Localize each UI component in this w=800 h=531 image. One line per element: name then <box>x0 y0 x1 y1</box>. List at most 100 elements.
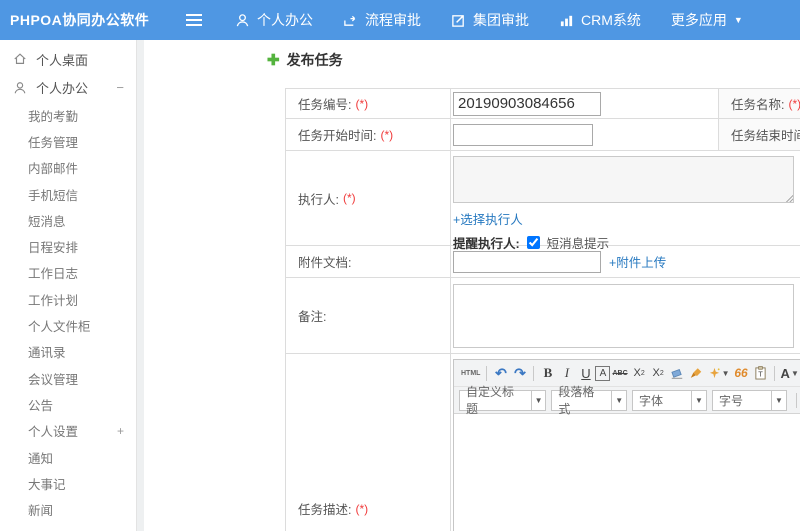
custom-title-dropdown[interactable]: 自定义标题 ▼ <box>459 385 547 416</box>
paste-text-icon[interactable]: T <box>751 363 770 383</box>
task-no-input[interactable] <box>453 91 601 116</box>
user-icon <box>12 80 27 95</box>
quick-format-icon[interactable]: ▼ <box>706 363 732 383</box>
remark-label: 备注: <box>286 278 451 353</box>
sidebar-item-notice[interactable]: 通知 <box>0 444 136 470</box>
font-size-dropdown[interactable]: 字号 ▼ <box>712 389 788 411</box>
sidebar-item-announcement[interactable]: 公告 <box>0 391 136 417</box>
sidebar-item-work-plan[interactable]: 工作计划 <box>0 286 136 312</box>
nav-item-group-approval[interactable]: 集团审批 <box>436 0 544 40</box>
start-time-input[interactable] <box>453 123 593 146</box>
description-label: 任务描述: (*) <box>286 354 451 531</box>
sidebar-item-contacts[interactable]: 通讯录 <box>0 339 136 365</box>
task-name-label: 任务名称: (*) <box>719 89 800 118</box>
superscript-button[interactable]: X2 <box>630 363 649 383</box>
undo-icon[interactable]: ↶ <box>491 363 510 383</box>
editor-toolbar-row2: 自定义标题 ▼ 段落格式 ▼ 字体 ▼ 字号 ▼ <box>454 385 800 416</box>
italic-button[interactable]: I <box>557 363 576 383</box>
caret-down-icon: ▼ <box>771 390 786 410</box>
caret-down-icon: ▼ <box>733 14 743 25</box>
required-mark: (*) <box>355 96 369 111</box>
main-content: ✚ 发布任务 任务编号:(*) 任务名称:(*) 任务开始时间:(*) <box>144 40 800 531</box>
remark-textarea[interactable] <box>453 284 794 348</box>
sidebar-label: 个人桌面 <box>36 52 89 68</box>
subscript-button[interactable]: X2 <box>649 363 668 383</box>
underline-button[interactable]: U <box>576 363 595 383</box>
caret-down-icon: ▼ <box>530 390 546 410</box>
executor-textarea[interactable] <box>453 156 794 203</box>
publish-task-form: 任务编号:(*) 任务名称:(*) 任务开始时间:(*) 任务结束时间:(*) <box>285 88 800 531</box>
nav-label: CRM系统 <box>581 12 641 28</box>
resize-grip-icon[interactable] <box>784 193 793 202</box>
sidebar-item-personal-settings[interactable]: 个人设置 + <box>0 418 136 444</box>
sidebar-label: 个人办公 <box>36 81 89 97</box>
sidebar-item-short-message[interactable]: 短消息 <box>0 207 136 233</box>
font-color-button[interactable]: A ▼ <box>779 363 800 383</box>
sidebar: 个人桌面 个人办公 − 我的考勤 任务管理 内部邮件 手机短信 短消息 日程安排… <box>0 40 137 531</box>
required-mark: (*) <box>380 127 394 142</box>
hamburger-menu-icon[interactable] <box>186 14 202 26</box>
bar-chart-icon <box>559 13 574 28</box>
expand-icon[interactable]: + <box>117 424 124 438</box>
form-row-remark: 备注: <box>286 278 800 354</box>
caret-down-icon: ▼ <box>611 390 626 410</box>
strikethrough-button[interactable]: ABC <box>610 363 629 383</box>
nav-label: 流程审批 <box>365 12 421 28</box>
end-time-label: 任务结束时间:(*) <box>719 119 800 150</box>
sidebar-item-task-management[interactable]: 任务管理 <box>0 128 136 154</box>
collapse-icon[interactable]: − <box>116 80 124 95</box>
nav-item-more-apps[interactable]: 更多应用 ▼ <box>656 0 758 40</box>
page-header: ✚ 发布任务 <box>267 50 343 70</box>
paragraph-format-dropdown[interactable]: 段落格式 ▼ <box>551 385 628 416</box>
sidebar-item-sms[interactable]: 手机短信 <box>0 181 136 207</box>
redo-icon[interactable]: ↷ <box>510 363 529 383</box>
required-mark: (*) <box>355 501 369 516</box>
process-icon <box>343 13 358 28</box>
home-icon <box>12 52 27 67</box>
nav-item-personal-office[interactable]: 个人办公 <box>220 0 328 40</box>
svg-text:T: T <box>758 370 763 379</box>
sidebar-item-schedule[interactable]: 日程安排 <box>0 233 136 259</box>
sidebar-item-desktop[interactable]: 个人桌面 <box>0 45 136 74</box>
form-row-start-time: 任务开始时间:(*) 任务结束时间:(*) <box>286 119 800 151</box>
format-brush-icon[interactable] <box>687 363 706 383</box>
editor-body[interactable] <box>454 414 800 531</box>
form-row-task-no: 任务编号:(*) 任务名称:(*) <box>286 89 800 119</box>
rich-text-editor: HTML ↶ ↷ B I U A ABC X2 X2 ▼ 66 T A ▼ 自定… <box>453 359 800 531</box>
font-family-dropdown[interactable]: 字体 ▼ <box>632 389 708 411</box>
nav-label: 个人办公 <box>257 12 313 28</box>
main-menu: 个人办公 流程审批 集团审批 CRM系统 更多应用 ▼ <box>220 0 758 40</box>
sidebar-item-news[interactable]: 新闻 <box>0 496 136 522</box>
nav-label: 集团审批 <box>473 12 529 28</box>
html-source-button[interactable]: HTML <box>459 363 482 383</box>
attachment-input[interactable] <box>453 250 601 273</box>
sidebar-item-meeting[interactable]: 会议管理 <box>0 365 136 391</box>
sidebar-item-events[interactable]: 大事记 <box>0 470 136 496</box>
user-icon <box>235 13 250 28</box>
nav-item-workflow-approval[interactable]: 流程审批 <box>328 0 436 40</box>
sidebar-item-personal-office[interactable]: 个人办公 − <box>0 74 136 103</box>
page-title: 发布任务 <box>286 52 343 68</box>
caret-down-icon: ▼ <box>691 390 706 410</box>
app-logo: PHPOA协同办公软件 <box>10 12 150 28</box>
sidebar-item-file-cabinet[interactable]: 个人文件柜 <box>0 312 136 338</box>
required-mark: (*) <box>342 191 356 205</box>
sidebar-item-work-log[interactable]: 工作日志 <box>0 260 136 286</box>
edit-icon <box>451 13 466 28</box>
sidebar-item-internal-mail[interactable]: 内部邮件 <box>0 155 136 181</box>
eraser-icon[interactable] <box>668 363 687 383</box>
form-row-attachment: 附件文档: +附件上传 <box>286 246 800 278</box>
nav-label: 更多应用 <box>670 12 727 28</box>
choose-executor-link[interactable]: +选择执行人 <box>453 213 523 227</box>
sidebar-item-attendance[interactable]: 我的考勤 <box>0 102 136 128</box>
blockquote-button[interactable]: 66 <box>732 363 751 383</box>
caret-down-icon: ▼ <box>790 368 799 378</box>
start-time-label: 任务开始时间: (*) <box>286 119 451 150</box>
attachment-upload-link[interactable]: +附件上传 <box>609 252 666 271</box>
bold-button[interactable]: B <box>538 363 557 383</box>
attachment-label: 附件文档: <box>286 246 451 277</box>
nav-item-crm[interactable]: CRM系统 <box>544 0 656 40</box>
char-border-button[interactable]: A <box>595 365 611 381</box>
caret-down-icon: ▼ <box>721 368 730 378</box>
task-no-label: 任务编号: (*) <box>286 89 451 118</box>
